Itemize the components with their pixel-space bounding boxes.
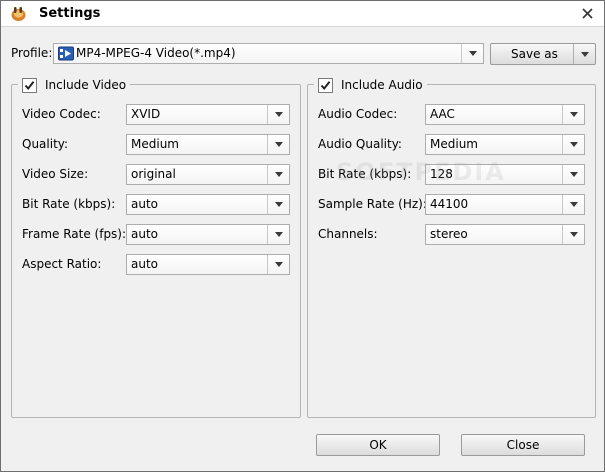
chevron-down-icon [562,135,584,154]
sample-rate-value: 44100 [430,197,469,211]
video-bit-rate-dropdown[interactable]: auto [126,194,290,215]
profile-value: MP4-MPEG-4 Video(*.mp4) [76,46,236,60]
app-icon [11,7,26,21]
quality-value: Medium [131,137,179,151]
aspect-ratio-label: Aspect Ratio: [22,257,102,271]
save-as-button[interactable]: Save as [490,43,596,65]
video-size-dropdown[interactable]: original [126,164,290,185]
include-video-legend: Include Video [18,76,131,94]
aspect-ratio-dropdown[interactable]: auto [126,254,290,275]
chevron-down-icon [267,165,289,184]
profile-dropdown[interactable]: MP4-MPEG-4 Video(*.mp4) [53,43,484,64]
channels-dropdown[interactable]: stereo [425,224,585,245]
save-as-label: Save as [511,47,558,61]
video-size-value: original [131,167,176,181]
close-window-button[interactable] [576,3,598,23]
sample-rate-label: Sample Rate (Hz): [318,197,427,211]
frame-rate-label: Frame Rate (fps): [22,227,127,241]
video-bit-rate-label: Bit Rate (kbps): [22,197,116,211]
quality-dropdown[interactable]: Medium [126,134,290,155]
channels-label: Channels: [318,227,378,241]
chevron-down-icon [461,44,483,63]
chevron-down-icon[interactable] [573,44,595,64]
audio-bit-rate-label: Bit Rate (kbps): [318,167,412,181]
quality-label: Quality: [22,137,69,151]
close-button[interactable]: Close [461,434,585,456]
frame-rate-value: auto [131,227,159,241]
close-label: Close [506,438,540,452]
aspect-ratio-value: auto [131,257,159,271]
video-codec-value: XVID [131,107,161,121]
chevron-down-icon [267,255,289,274]
chevron-down-icon [267,225,289,244]
audio-codec-label: Audio Codec: [318,107,398,121]
include-video-checkbox[interactable] [22,77,37,93]
chevron-down-icon [562,165,584,184]
chevron-down-icon [267,105,289,124]
sample-rate-dropdown[interactable]: 44100 [425,194,585,215]
title-bar: Settings [1,1,604,27]
profile-label: Profile: [11,46,53,60]
audio-codec-value: AAC [430,107,455,121]
include-video-label: Include Video [45,78,127,92]
chevron-down-icon [562,225,584,244]
checkmark-icon [320,80,331,90]
video-codec-label: Video Codec: [22,107,101,121]
chevron-down-icon [562,105,584,124]
audio-quality-value: Medium [430,137,478,151]
video-bit-rate-value: auto [131,197,159,211]
audio-quality-dropdown[interactable]: Medium [425,134,585,155]
window-title: Settings [39,6,101,21]
include-audio-label: Include Audio [341,78,423,92]
settings-dialog: Settings Profile: MP4-MPEG-4 Video(*.mp4… [0,0,605,472]
checkmark-icon [24,80,35,90]
chevron-down-icon [267,135,289,154]
audio-codec-dropdown[interactable]: AAC [425,104,585,125]
frame-rate-dropdown[interactable]: auto [126,224,290,245]
ok-label: OK [369,438,387,452]
ok-button[interactable]: OK [316,434,440,456]
include-audio-checkbox[interactable] [318,77,333,93]
video-file-icon [58,46,74,61]
video-codec-dropdown[interactable]: XVID [126,104,290,125]
chevron-down-icon [267,195,289,214]
include-audio-legend: Include Audio [314,76,427,94]
channels-value: stereo [430,227,468,241]
audio-bit-rate-value: 128 [430,167,453,181]
audio-bit-rate-dropdown[interactable]: 128 [425,164,585,185]
close-icon [581,7,593,19]
chevron-down-icon [562,195,584,214]
audio-quality-label: Audio Quality: [318,137,402,151]
video-size-label: Video Size: [22,167,89,181]
